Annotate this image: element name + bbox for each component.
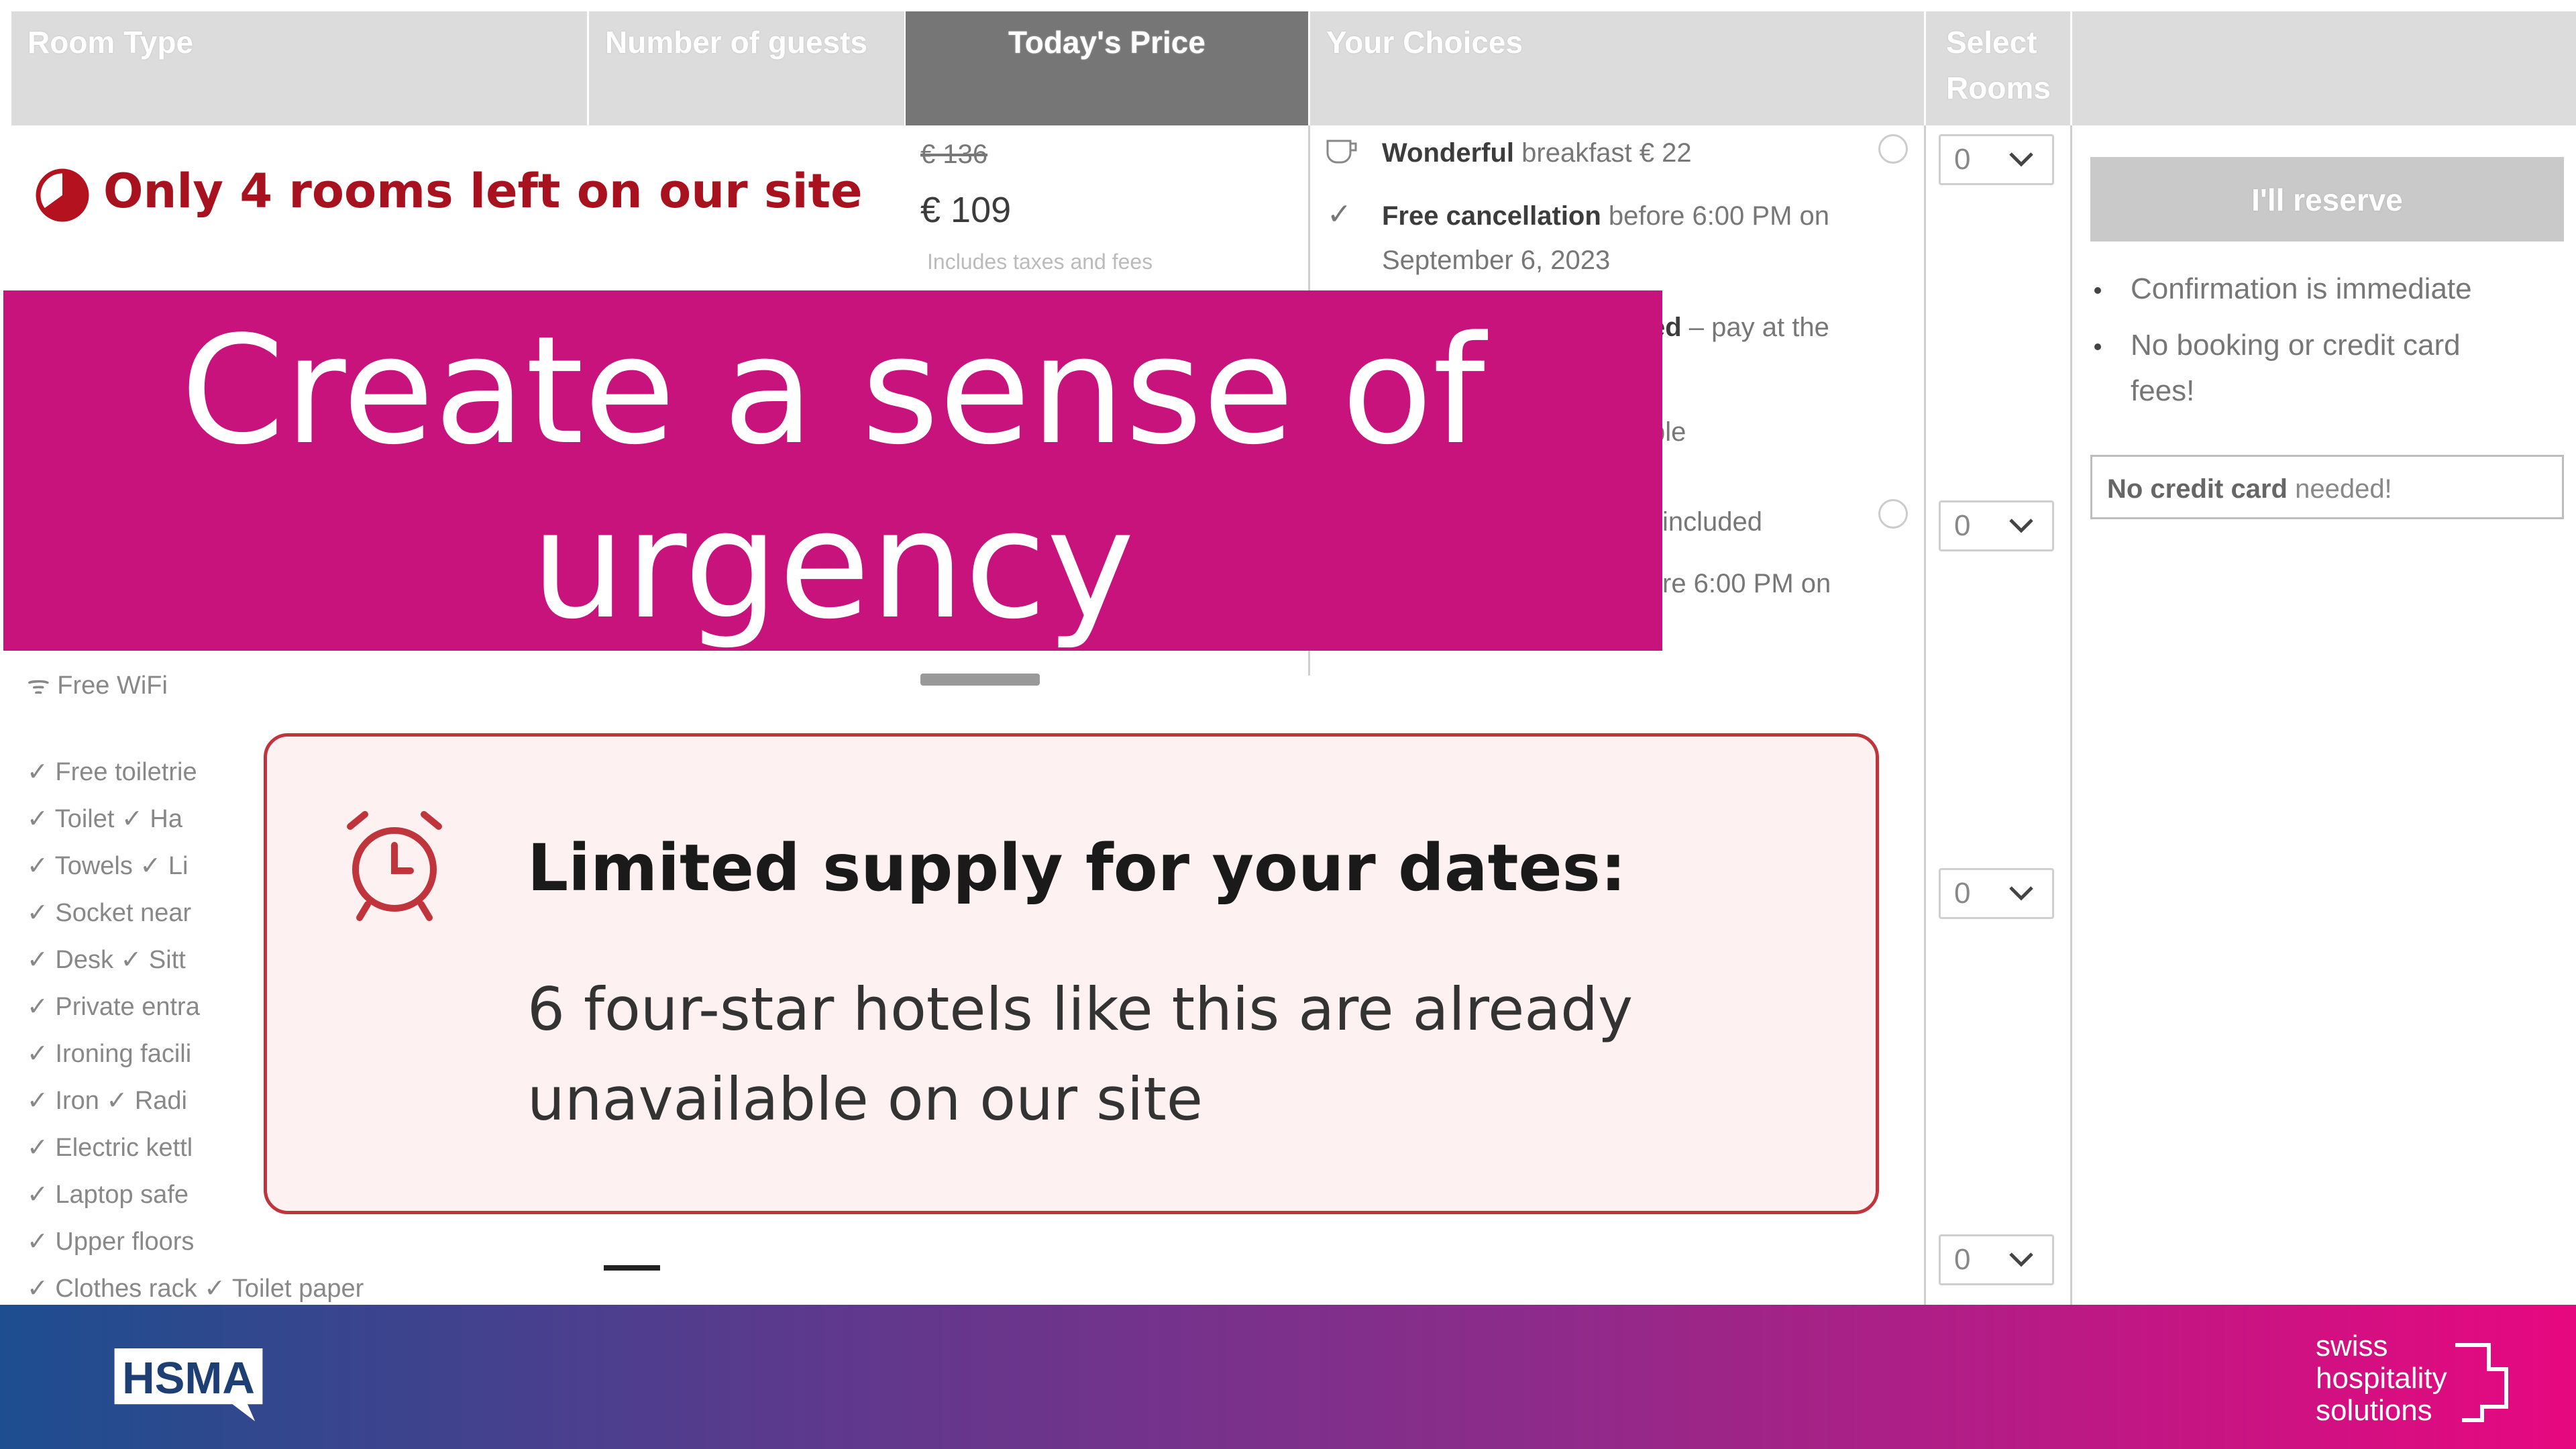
wifi-icon: ᯤ xyxy=(27,672,50,700)
fees-note: No booking or credit card xyxy=(2131,329,2461,362)
limited-supply-title: Limited supply for your dates: xyxy=(527,830,1627,906)
price-bar xyxy=(920,674,1040,686)
amenity-item: ✓ Clothes rack ✓ Toilet paper xyxy=(27,1275,364,1303)
chevron-down-icon xyxy=(2009,519,2033,533)
no-credit-card-note: No credit card needed! xyxy=(2090,455,2564,519)
guest-count-mark xyxy=(604,1265,660,1271)
confirmation-note: Confirmation is immediate xyxy=(2131,272,2472,305)
info-icon[interactable] xyxy=(1878,134,1908,164)
amenity-item: ✓ Upper floors xyxy=(27,1228,195,1256)
room-count-select[interactable]: 0 xyxy=(1939,1234,2054,1285)
limited-supply-body: 6 four-star hotels like this are already… xyxy=(527,975,1633,1134)
title-banner: Create a sense of urgency xyxy=(3,290,1662,652)
header-room-type: Room Type xyxy=(11,11,587,125)
wifi-amenity: ᯤ Free WiFi xyxy=(27,672,168,700)
partner-logo-mark xyxy=(2455,1343,2508,1422)
partner-line: solutions xyxy=(2316,1394,2432,1427)
info-icon[interactable] xyxy=(1878,499,1908,529)
room-count-select[interactable]: 0 xyxy=(1939,500,2054,551)
cancellation-date: September 6, 2023 xyxy=(1382,246,1611,275)
amenity-item: ✓ Private entra xyxy=(27,993,200,1021)
current-price: € 109 xyxy=(920,190,1012,230)
limited-supply-card: Limited supply for your dates: 6 four-st… xyxy=(264,733,1879,1214)
chevron-down-icon xyxy=(2009,1252,2033,1267)
column-divider xyxy=(2070,125,2072,1306)
hsma-logo-text: HSMA xyxy=(122,1353,255,1403)
select-value: 0 xyxy=(1954,1243,1971,1276)
amenity-item: ✓ Desk ✓ Sitt xyxy=(27,946,186,974)
old-price: € 136 xyxy=(920,140,988,169)
amenity-item: ✓ Free toiletrie xyxy=(27,758,197,786)
amenity-item: ✓ Towels ✓ Li xyxy=(27,852,189,880)
breakfast-option: Wonderful breakfast € 22 xyxy=(1382,138,1692,168)
amenity-item: ✓ Toilet ✓ Ha xyxy=(27,805,182,833)
room-count-select[interactable]: 0 xyxy=(1939,868,2054,919)
chevron-down-icon xyxy=(2009,152,2033,167)
hsma-logo: HSMA xyxy=(114,1348,263,1421)
taxes-note: Includes taxes and fees xyxy=(927,250,1153,274)
amenity-item: ✓ Electric kettl xyxy=(27,1134,193,1162)
reserve-button[interactable]: I'll reserve xyxy=(2090,157,2564,241)
header-price: Today's Price xyxy=(906,11,1308,125)
header-blank xyxy=(2072,11,2576,125)
partner-line: hospitality xyxy=(2316,1362,2447,1395)
cancellation-option: Free cancellation before 6:00 PM on xyxy=(1382,201,1830,231)
amenity-item: ✓ Ironing facili xyxy=(27,1040,192,1068)
select-value: 0 xyxy=(1954,143,1971,176)
header-choices: Your Choices xyxy=(1310,11,1924,125)
fees-note-cont: fees! xyxy=(2131,374,2195,407)
footer: HSMA swiss hospitality solutions xyxy=(0,1305,2576,1449)
amenity-item: ✓ Iron ✓ Radi xyxy=(27,1087,187,1115)
prepayment-fragment: ed – pay at the xyxy=(1650,313,1829,342)
partner-line: swiss xyxy=(2316,1330,2388,1362)
room-count-select[interactable]: 0 xyxy=(1939,134,2054,185)
choice-fragment: included xyxy=(1662,507,1763,537)
partner-logo-text: swiss hospitality solutions xyxy=(2316,1330,2447,1427)
chevron-down-icon xyxy=(2009,886,2033,901)
banner-title: Create a sense of urgency xyxy=(180,305,1485,652)
column-divider xyxy=(1924,125,1926,1306)
pie-clock-icon xyxy=(36,168,89,222)
urgency-badge: Only 4 rooms left on our site xyxy=(13,149,863,247)
check-icon: ✓ xyxy=(1327,198,1352,231)
choice-fragment: re 6:00 PM on xyxy=(1662,569,1831,598)
header-select: Select Rooms xyxy=(1926,11,2070,125)
coffee-cup-icon xyxy=(1325,137,1360,166)
amenity-item: ✓ Laptop safe xyxy=(27,1181,189,1209)
bullet xyxy=(2094,287,2101,294)
bullet xyxy=(2094,343,2101,350)
select-value: 0 xyxy=(1954,509,1971,542)
header-guests: Number of guests xyxy=(589,11,904,125)
amenity-item: ✓ Socket near xyxy=(27,899,192,927)
urgency-text: Only 4 rooms left on our site xyxy=(103,164,863,219)
select-value: 0 xyxy=(1954,877,1971,910)
alarm-clock-icon xyxy=(347,811,442,921)
